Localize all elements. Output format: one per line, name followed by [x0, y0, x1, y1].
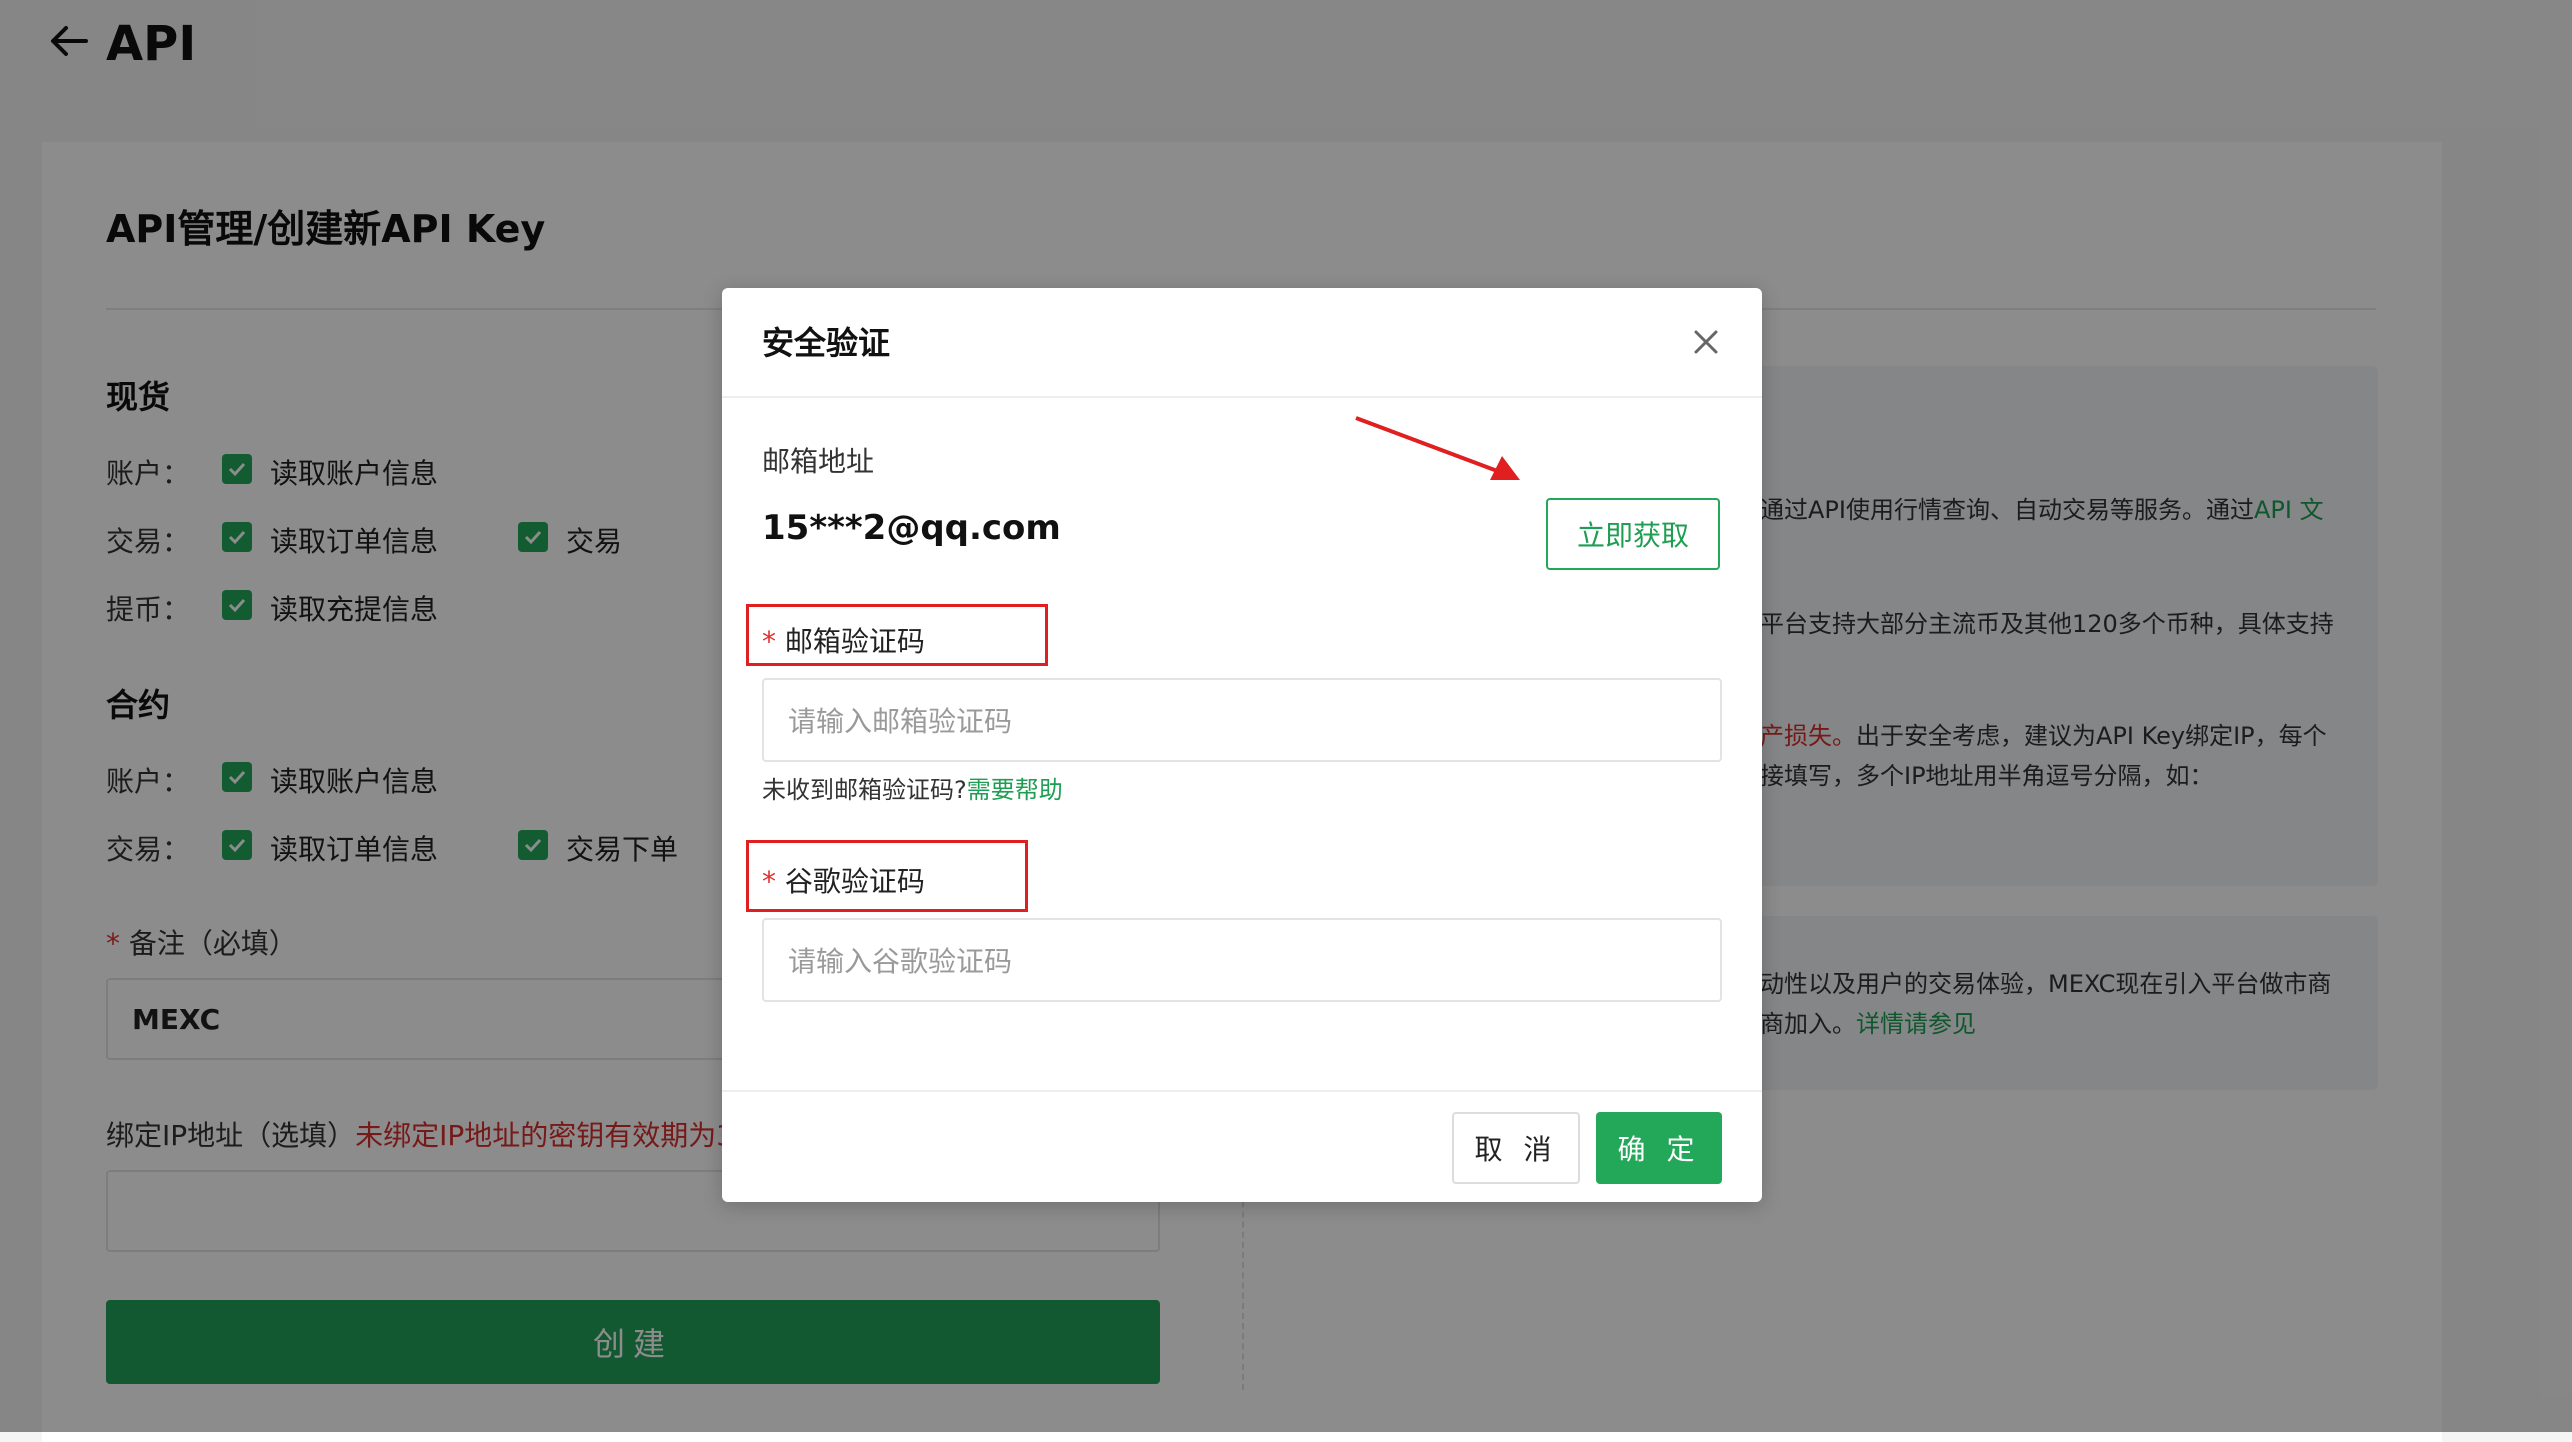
get-code-button[interactable]: 立即获取 [1546, 498, 1720, 570]
email-code-placeholder: 请输入邮箱验证码 [788, 705, 1013, 738]
annotation-arrow-icon [1355, 416, 1520, 480]
modal-title: 安全验证 [762, 324, 891, 362]
google-code-input[interactable]: 请输入谷歌验证码 [762, 918, 1722, 1002]
email-address-value: 15***2@qq.com [762, 508, 1061, 548]
email-code-input[interactable]: 请输入邮箱验证码 [762, 678, 1722, 762]
email-address-label: 邮箱地址 [762, 445, 875, 478]
need-help-link[interactable]: 需要帮助 [967, 776, 1063, 804]
modal-footer-divider [722, 1090, 1762, 1092]
confirm-button[interactable]: 确 定 [1596, 1112, 1722, 1184]
cancel-button[interactable]: 取 消 [1452, 1112, 1580, 1184]
modal-divider [722, 396, 1762, 398]
google-code-label: * 谷歌验证码 [762, 865, 925, 898]
help-text: 未收到邮箱验证码?需要帮助 [762, 776, 1063, 804]
close-icon[interactable] [1690, 326, 1722, 358]
google-code-placeholder: 请输入谷歌验证码 [788, 945, 1013, 978]
email-code-label: * 邮箱验证码 [762, 625, 925, 658]
